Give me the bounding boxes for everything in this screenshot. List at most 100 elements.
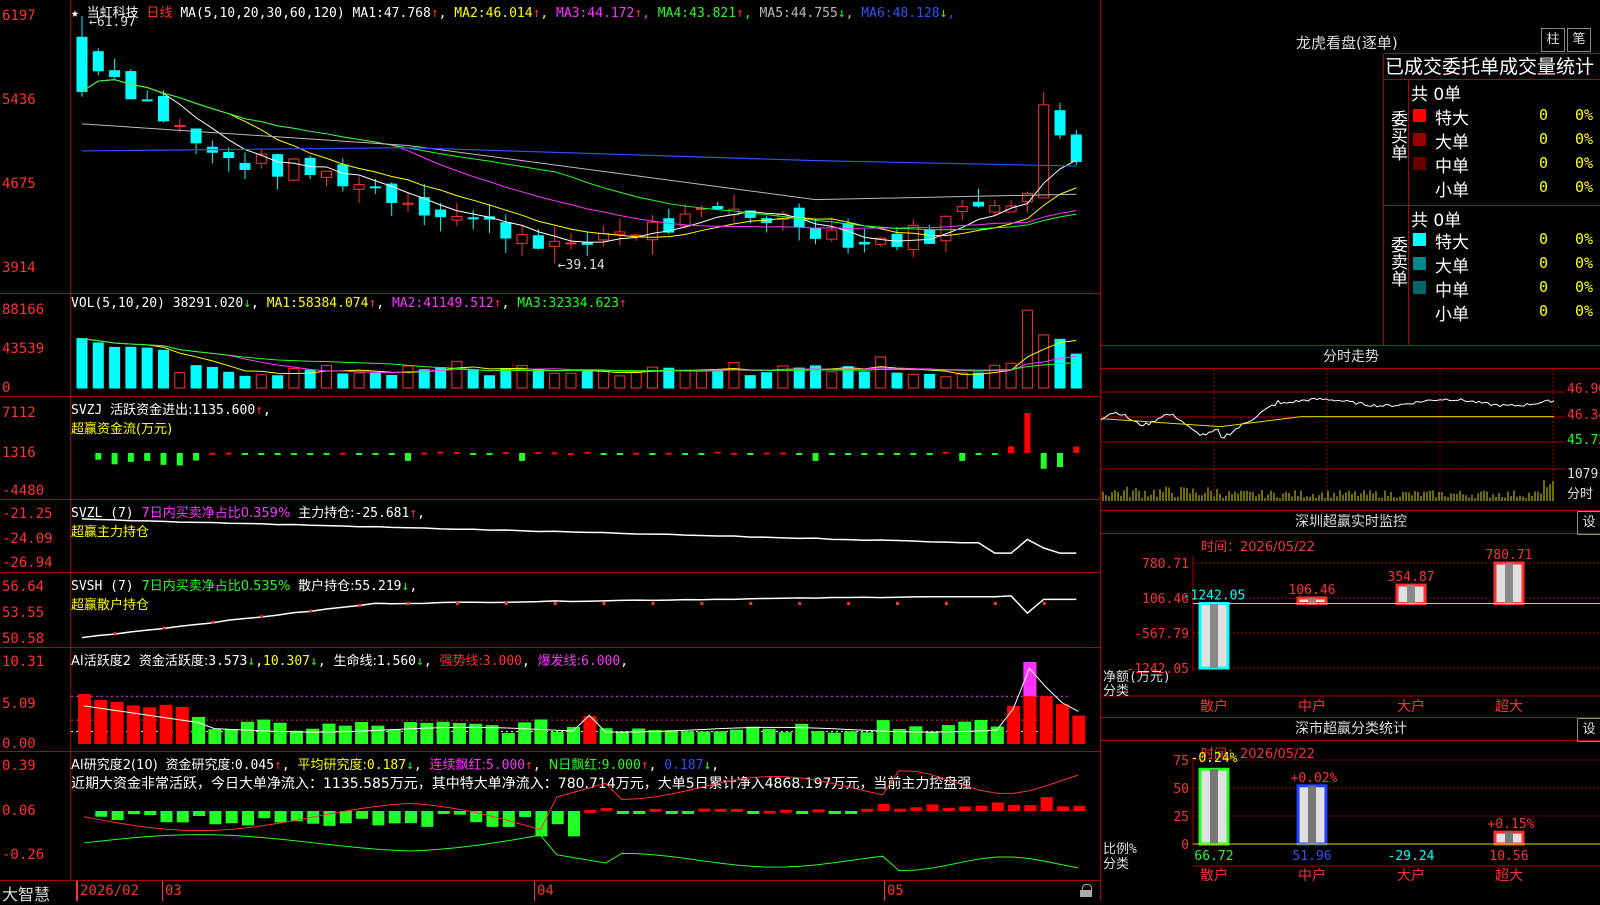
vol-bar <box>793 367 805 389</box>
sell-orders-label: 委卖单 <box>1387 236 1407 287</box>
stats-value: 10.56 <box>1489 849 1528 864</box>
ai-research-panel[interactable]: 0.39 0.06 -0.26 AI研究度2(10) 资金研究度:0.045↑,… <box>0 752 1100 880</box>
svzl-panel[interactable]: -21.25 -24.09 -26.94 SVZL (7) 7日内买卖净占比0.… <box>0 500 1100 573</box>
svsh-chart[interactable] <box>71 573 1100 647</box>
stats-value: -29.24 <box>1388 849 1435 864</box>
stats-value: 51.96 <box>1292 849 1331 864</box>
activity-bar <box>420 722 434 744</box>
kline-chart[interactable]: ←61.97 ←39.14 <box>71 0 1100 293</box>
monitor-chart[interactable]: 780.71106.46-567.79-1242.05-1242.05 106.4… <box>1101 511 1600 718</box>
vol-bar <box>549 372 561 389</box>
vol-bar <box>337 373 349 389</box>
ai-activity-panel[interactable]: 10.31 5.09 0.00 AI活跃度2 资金活跃度:3.573↓,10.3… <box>0 648 1100 752</box>
activity-bar <box>273 722 287 744</box>
retail-tick <box>211 620 215 624</box>
brand-label[interactable]: 大智慧 <box>2 881 50 905</box>
ai-research-tick: -0.26 <box>2 847 45 863</box>
flow-bar <box>649 453 656 455</box>
activity-bar <box>730 729 743 744</box>
stats-unit: 比例% <box>1103 842 1137 857</box>
vol-axis: 88166 43539 0 <box>0 294 71 396</box>
activity-bar <box>94 699 108 744</box>
research-bar <box>405 811 417 824</box>
research-bar <box>649 808 662 812</box>
flow-bar <box>991 453 998 455</box>
vol-bar <box>418 369 430 389</box>
bottom-date-bar: 大智慧 2026/02 03 04 05 <box>0 880 1100 904</box>
flow-bar <box>698 453 705 455</box>
candle-body <box>321 170 332 178</box>
retail-tick <box>651 601 655 605</box>
bar-view-button[interactable]: 柱 <box>1541 28 1565 52</box>
order-count: 0 <box>1539 254 1549 272</box>
kline-panel[interactable]: 6197 5436 4675 3914 ★ 当虹科技 日线 MA(5,10,20… <box>0 0 1100 294</box>
vol-bar <box>989 364 1001 389</box>
order-percent: 0% <box>1575 254 1594 272</box>
retail-tick <box>700 601 704 605</box>
monitor-value-label: -1242.05 <box>1183 589 1246 604</box>
monitor-panel[interactable]: 深圳超赢实时监控 设 时间：2026/05/22 780.71 106.46 -56… <box>1100 510 1600 718</box>
order-count: 0 <box>1539 178 1549 196</box>
stats-chart[interactable]: 75 50 25 0 -0.24% +0.02% +0.15% 66.72 51.96 -29.2… <box>1101 718 1600 901</box>
svzl-chart[interactable] <box>71 500 1100 572</box>
candle-body <box>581 242 593 245</box>
svzj-chart[interactable] <box>71 397 1100 499</box>
stats-category: 散户 <box>1200 867 1228 884</box>
research-line-2 <box>83 834 1079 872</box>
order-color-swatch <box>1413 109 1426 122</box>
vol-bar <box>386 374 398 389</box>
candle-body <box>1070 134 1082 163</box>
order-count: 0 <box>1539 106 1549 124</box>
vol-bar <box>858 371 870 389</box>
svzl-tick: -26.94 <box>2 555 53 571</box>
svzl-tick: -21.25 <box>2 506 53 522</box>
order-percent: 0% <box>1575 130 1594 148</box>
activity-bar <box>648 730 662 744</box>
flow-bar <box>388 453 395 455</box>
research-bar <box>551 811 564 825</box>
flow-bar <box>894 453 900 455</box>
activity-bar <box>713 731 727 744</box>
vol-chart[interactable] <box>71 294 1100 396</box>
vol-bar <box>1070 353 1082 389</box>
stats-panel[interactable]: 深市超赢分类统计 设 时间：2026/05/22 75 50 25 0 -0.24% +0… <box>1100 717 1600 901</box>
ai-activity-chart[interactable] <box>71 648 1100 751</box>
research-bar <box>225 811 238 824</box>
flow-bar <box>1024 413 1031 453</box>
candle-body <box>92 51 104 72</box>
order-size-label: 特大 <box>1435 233 1469 253</box>
svzj-panel[interactable]: 7112 1316 -4480 SVZJ 活跃资金进出:1135.600↑, 超… <box>0 397 1100 500</box>
ma-line <box>81 79 1077 243</box>
retail-tick <box>896 601 899 605</box>
activity-bar <box>387 729 401 744</box>
ai-research-chart[interactable] <box>71 752 1100 880</box>
svsh-panel[interactable]: 56.64 53.55 50.58 SVSH (7) 7日内买卖净占比0.535… <box>0 573 1100 648</box>
stats-tick: 0 <box>1181 838 1189 853</box>
activity-bar <box>338 725 352 744</box>
intraday-panel[interactable]: 分时走势 46.96 46.34 45.72 1079 分时 <box>1100 345 1600 511</box>
flow-bar <box>763 452 770 455</box>
vol-panel[interactable]: 88166 43539 0 VOL(5,10,20) 38291.020↓, M… <box>0 294 1100 397</box>
order-count: 0 <box>1539 130 1549 148</box>
candle-body <box>940 215 952 242</box>
tick-view-button[interactable]: 笔 <box>1567 28 1591 52</box>
flow-bar <box>926 453 933 455</box>
retail-tick <box>113 632 117 636</box>
ai-research-tick: 0.39 <box>2 758 36 774</box>
flow-bar <box>421 452 428 455</box>
research-bar <box>796 811 809 814</box>
intraday-chart[interactable] <box>1100 369 1566 511</box>
price-tick: 3914 <box>2 260 36 276</box>
candle-body <box>76 36 88 92</box>
activity-bar <box>811 731 825 744</box>
research-bar <box>437 811 450 814</box>
retail-tick <box>944 601 948 605</box>
research-bar <box>535 811 548 837</box>
vol-tick: 43539 <box>2 341 45 357</box>
stats-category: 中户 <box>1298 867 1326 884</box>
research-bar <box>519 811 532 817</box>
stats-bar-shade <box>1210 769 1218 844</box>
ai-activity-tick: 10.31 <box>2 654 45 670</box>
order-count: 0 <box>1539 302 1549 320</box>
vol-bar <box>940 376 952 389</box>
